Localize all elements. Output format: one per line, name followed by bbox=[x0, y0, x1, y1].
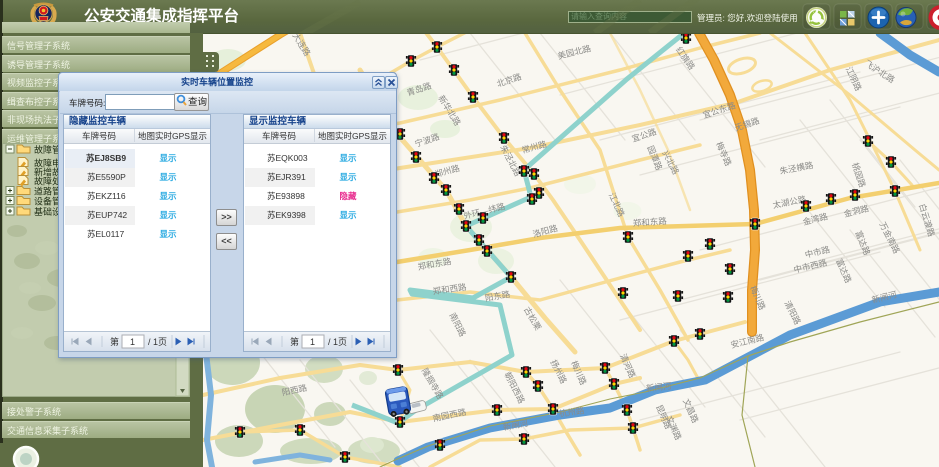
svg-text:第: 第 bbox=[290, 336, 299, 347]
svg-text:1: 1 bbox=[310, 337, 315, 347]
svg-text:/ 1页: / 1页 bbox=[328, 337, 347, 347]
svg-text:/ 1页: / 1页 bbox=[148, 337, 167, 347]
svg-text:第: 第 bbox=[110, 336, 119, 347]
svg-text:1: 1 bbox=[130, 337, 135, 347]
